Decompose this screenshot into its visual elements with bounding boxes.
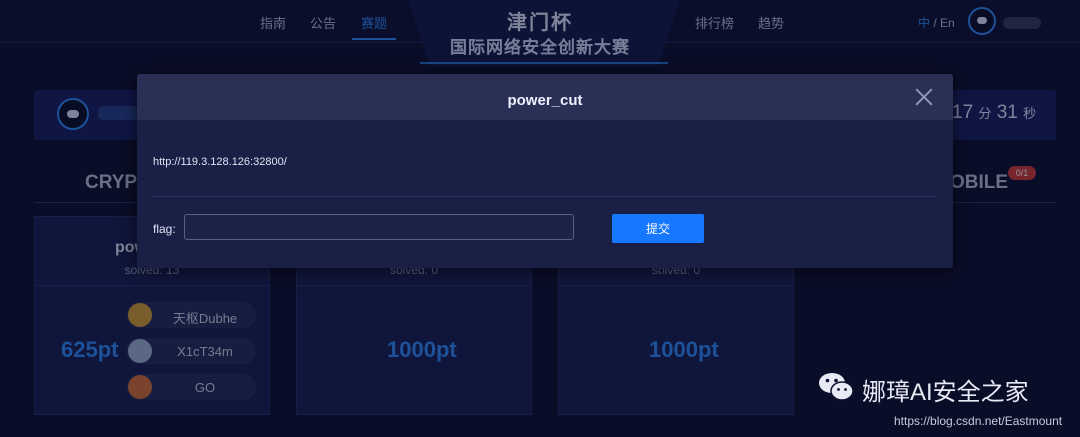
watermark-url: https://blog.csdn.net/Eastmount xyxy=(894,414,1063,428)
wechat-icon xyxy=(819,373,854,401)
watermark-text: 娜璋AI安全之家 xyxy=(862,379,1029,406)
challenge-url[interactable]: http://119.3.128.126:32800/ xyxy=(153,156,287,168)
dialog-divider xyxy=(153,196,937,197)
dialog-title: power_cut xyxy=(507,92,583,109)
submit-button[interactable]: 提交 xyxy=(612,214,704,243)
flag-input[interactable] xyxy=(184,214,574,240)
close-icon[interactable] xyxy=(913,86,935,108)
challenge-dialog: power_cut http://119.3.128.126:32800/ fl… xyxy=(137,74,953,268)
flag-label: flag: xyxy=(153,222,176,236)
